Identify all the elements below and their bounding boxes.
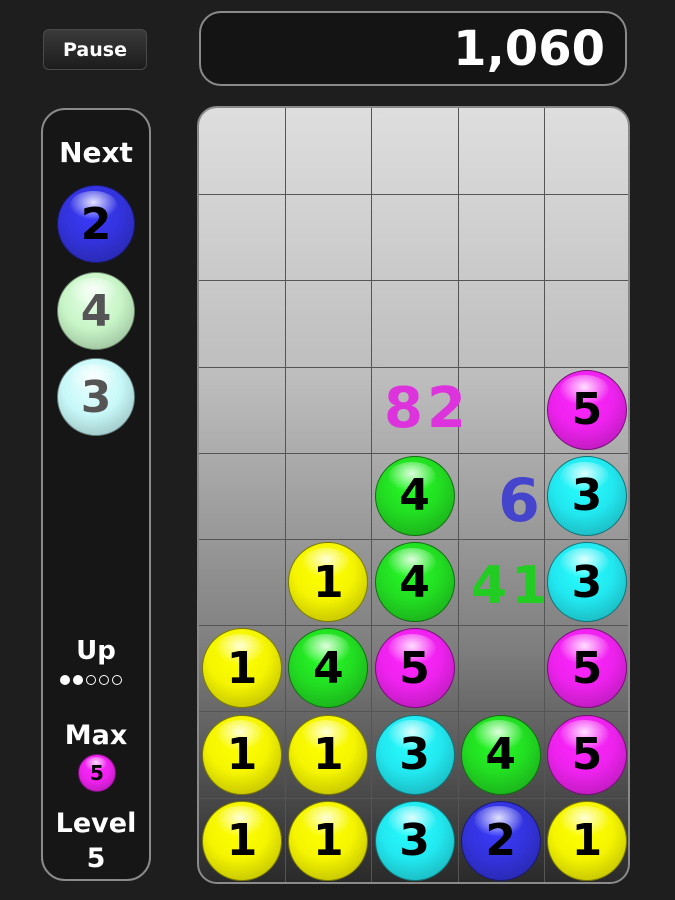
grid-line: [457, 108, 459, 882]
board-ball: 1: [288, 542, 369, 623]
board-ball: 3: [374, 800, 455, 881]
board-ball: 3: [374, 714, 455, 795]
board-ball: 4: [374, 542, 455, 623]
ball-number: 3: [399, 729, 430, 780]
next-ball: 4: [57, 272, 135, 350]
grid-line: [199, 452, 628, 454]
up-label: Up: [76, 636, 116, 666]
ball-number: 4: [312, 642, 344, 694]
level-label: Level: [55, 808, 137, 839]
ball-number: 3: [399, 815, 430, 867]
ball-number: 1: [571, 815, 603, 867]
pause-button[interactable]: Pause: [43, 29, 147, 70]
ball-number: 5: [399, 642, 430, 694]
ball-number: 1: [312, 815, 344, 867]
ball-number: 3: [571, 470, 603, 522]
grid-line: [199, 539, 628, 540]
board-ball: 1: [288, 800, 369, 881]
board-ball: 2: [460, 800, 541, 881]
ball-number: 2: [485, 815, 516, 867]
up-progress-dots: [60, 675, 122, 685]
grid-line: [199, 194, 628, 196]
ball-number: 5: [90, 761, 104, 785]
board-ball: 1: [546, 800, 627, 881]
progress-dot: [112, 675, 122, 685]
grid-line: [199, 625, 628, 627]
ball-number: 3: [571, 556, 603, 608]
board-ball: 5: [374, 628, 455, 709]
ball-number: 4: [399, 470, 430, 522]
board-ball: 5: [546, 628, 627, 709]
ball-number: 4: [399, 556, 430, 608]
level-value: 5: [86, 843, 106, 874]
score-popup: 82: [384, 376, 470, 441]
ball-number: 1: [226, 815, 258, 867]
next-ball: 3: [57, 358, 135, 436]
board-ball: 1: [288, 714, 369, 795]
ball-number: 3: [80, 371, 112, 423]
progress-dot: [73, 675, 83, 685]
grid-line: [199, 797, 628, 799]
board-ball: 1: [202, 800, 283, 881]
ball-number: 4: [485, 729, 516, 780]
score-value: 1,060: [453, 20, 605, 77]
score-display: 1,060: [199, 11, 627, 86]
board-ball: 1: [202, 628, 283, 709]
board-ball: 5: [546, 714, 627, 795]
ball-number: 5: [571, 729, 603, 780]
grid-line: [199, 366, 628, 368]
side-panel: Next Up Max Level 5 2 4 3 5: [41, 108, 151, 881]
max-label: Max: [64, 720, 128, 751]
progress-dot: [86, 675, 96, 685]
grid-line: [371, 108, 373, 882]
ball-number: 4: [80, 285, 112, 337]
ball-number: 5: [571, 642, 603, 694]
board-ball: 4: [460, 714, 541, 795]
game-board[interactable]: 5 4 3 1 4 3 1 4 5 5 1 1 3 4 5 1 1 3 2 1 82 6 41: [197, 106, 630, 884]
grid-line: [199, 280, 628, 282]
ball-number: 5: [571, 384, 603, 436]
ball-number: 1: [226, 729, 258, 780]
progress-dot: [60, 675, 70, 685]
progress-dot: [99, 675, 109, 685]
next-label: Next: [59, 136, 133, 169]
score-popup: 41: [470, 556, 552, 616]
grid-line: [285, 108, 287, 882]
ball-number: 1: [312, 729, 344, 780]
max-ball: 5: [78, 754, 116, 792]
board-ball: 5: [546, 369, 627, 450]
ball-number: 1: [226, 642, 258, 694]
board-ball: 1: [202, 714, 283, 795]
ball-number: 2: [80, 198, 112, 250]
board-ball: 4: [374, 455, 455, 536]
ball-number: 1: [312, 556, 344, 608]
board-ball: 4: [288, 628, 369, 709]
next-ball: 2: [57, 185, 135, 263]
grid-line: [199, 711, 628, 713]
